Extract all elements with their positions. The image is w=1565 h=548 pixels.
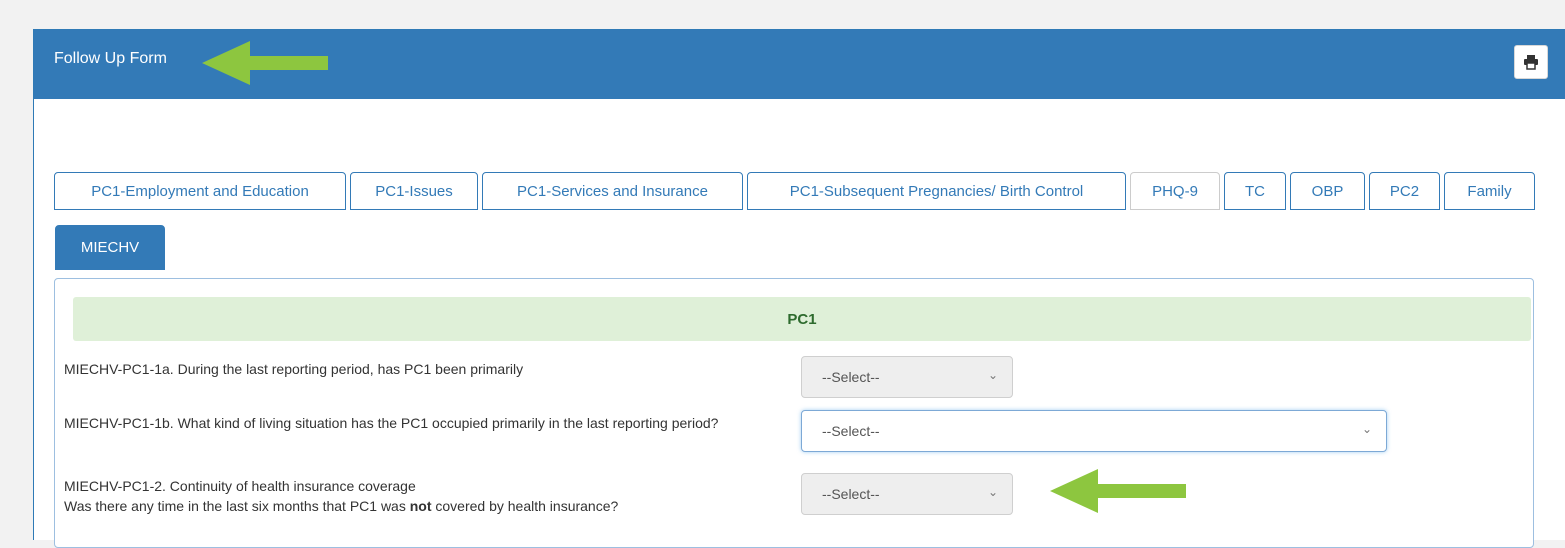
tab-content: PC1 MIECHV-PC1-1a. During the last repor…	[54, 278, 1534, 548]
chevron-down-icon: ⌄	[1361, 422, 1372, 436]
tab-label: PC1-Subsequent Pregnancies/ Birth Contro…	[789, 182, 1084, 200]
select-value: --Select--	[822, 423, 880, 439]
tab-pc1-subsequent-pregnancies[interactable]: PC1-Subsequent Pregnancies/ Birth Contro…	[747, 172, 1126, 210]
question-pc1-1b: MIECHV-PC1-1b. What kind of living situa…	[64, 415, 719, 431]
tab-obp[interactable]: OBP	[1290, 172, 1365, 210]
tab-label: MIECHV	[80, 239, 140, 256]
print-button[interactable]	[1514, 45, 1548, 79]
printer-icon	[1524, 55, 1538, 70]
select-value: --Select--	[822, 369, 880, 385]
question-pc1-1a: MIECHV-PC1-1a. During the last reporting…	[64, 361, 524, 377]
tab-label: Family	[1467, 182, 1512, 200]
tab-pc2[interactable]: PC2	[1369, 172, 1440, 210]
section-header: PC1	[73, 297, 1531, 341]
tab-pc1-issues[interactable]: PC1-Issues	[350, 172, 478, 210]
select-pc1-1b[interactable]: --Select-- ⌄	[801, 410, 1387, 452]
question-line2: Was there any time in the last six month…	[64, 496, 784, 516]
select-pc1-2[interactable]: --Select-- ⌄	[801, 473, 1013, 515]
tab-label: PC1-Services and Insurance	[517, 182, 708, 200]
chevron-down-icon: ⌄	[987, 485, 998, 499]
tab-label: PC1-Employment and Education	[91, 182, 309, 200]
question-line1: MIECHV-PC1-2. Continuity of health insur…	[64, 478, 416, 494]
tab-family[interactable]: Family	[1444, 172, 1535, 210]
tab-miechv[interactable]: MIECHV	[55, 225, 165, 270]
select-value: --Select--	[822, 486, 880, 502]
tab-pc1-employment-education[interactable]: PC1-Employment and Education	[54, 172, 346, 210]
question-pc1-2: MIECHV-PC1-2. Continuity of health insur…	[64, 476, 784, 516]
tab-label: TC	[1245, 182, 1265, 200]
section-title: PC1	[787, 310, 817, 328]
tab-label: PC2	[1389, 182, 1420, 200]
question-text: covered by health insurance?	[431, 498, 619, 514]
tab-label: PHQ-9	[1152, 182, 1198, 200]
question-text: Was there any time in the last six month…	[64, 498, 410, 514]
select-pc1-1a[interactable]: --Select-- ⌄	[801, 356, 1013, 398]
annotation-arrow-icon	[202, 41, 328, 85]
annotation-arrow-icon	[1050, 469, 1186, 513]
tab-label: PC1-Issues	[375, 182, 453, 200]
tab-tc[interactable]: TC	[1224, 172, 1286, 210]
tab-pc1-services-insurance[interactable]: PC1-Services and Insurance	[482, 172, 743, 210]
page-title: Follow Up Form	[54, 50, 167, 67]
question-emphasis: not	[409, 498, 432, 514]
tab-label: OBP	[1311, 182, 1344, 200]
follow-up-panel: Follow Up Form PC1-Employment and Educat…	[33, 29, 1565, 548]
chevron-down-icon: ⌄	[987, 368, 998, 382]
tab-phq9[interactable]: PHQ-9	[1130, 172, 1220, 210]
